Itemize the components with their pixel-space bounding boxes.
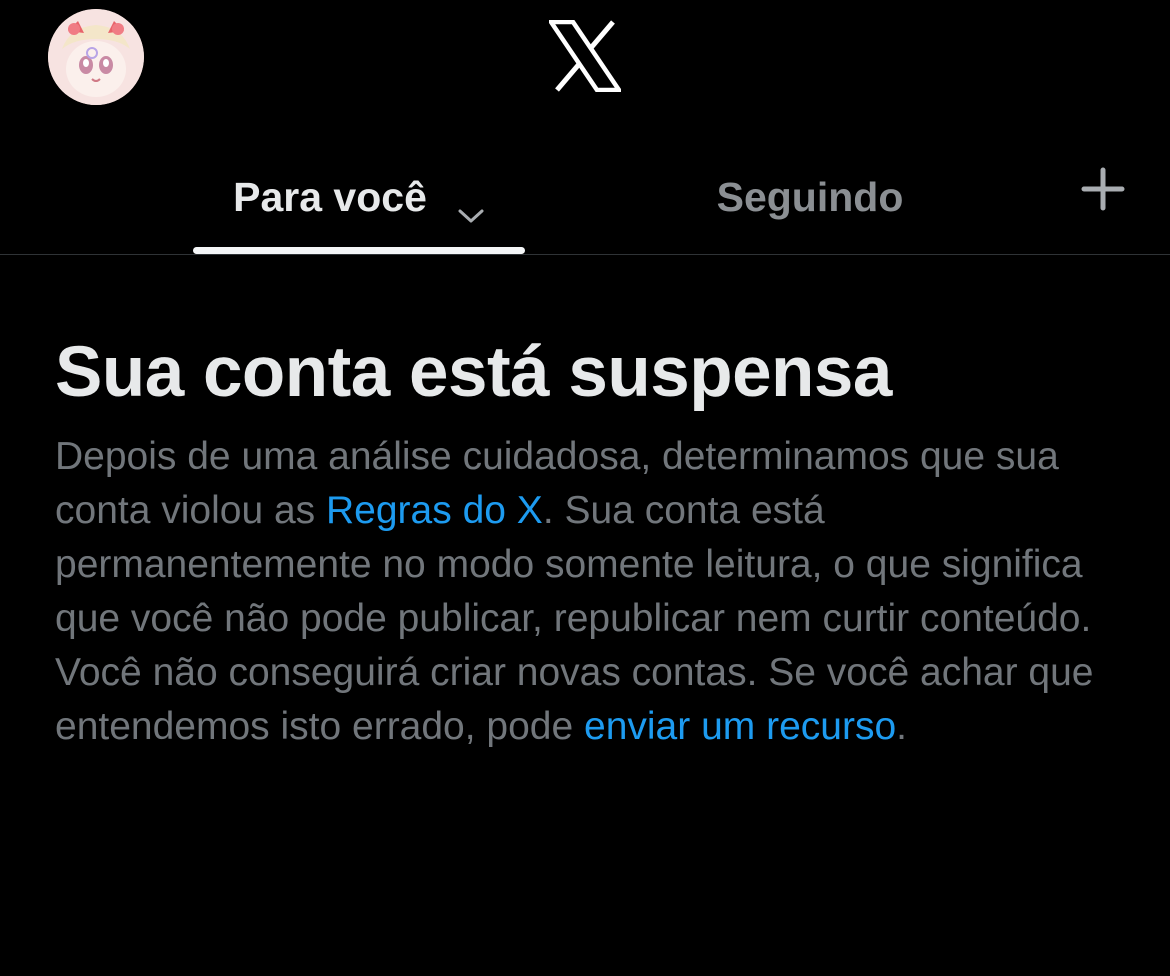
timeline-tabs: Para você Seguindo [0,140,1170,255]
notice-body: Depois de uma análise cuidadosa, determi… [55,430,1135,754]
page-title: Sua conta está suspensa [55,333,892,412]
top-bar [0,0,1170,140]
tab-following[interactable]: Seguindo [650,140,970,254]
tab-for-you-label: Para você [233,173,427,220]
rules-link[interactable]: Regras do X [326,489,543,532]
tab-for-you[interactable]: Para você [193,140,525,254]
chevron-down-icon[interactable] [457,188,485,223]
appeal-link[interactable]: enviar um recurso [584,705,896,748]
tab-following-label: Seguindo [716,173,904,220]
suspension-notice: Sua conta está suspensa Depois de uma an… [55,330,1135,754]
notice-text-part3: . [896,705,907,748]
avatar-image [48,9,144,105]
active-tab-indicator [193,247,525,254]
avatar[interactable] [48,9,144,105]
plus-icon[interactable] [1080,166,1126,212]
x-logo-icon[interactable] [546,19,624,93]
